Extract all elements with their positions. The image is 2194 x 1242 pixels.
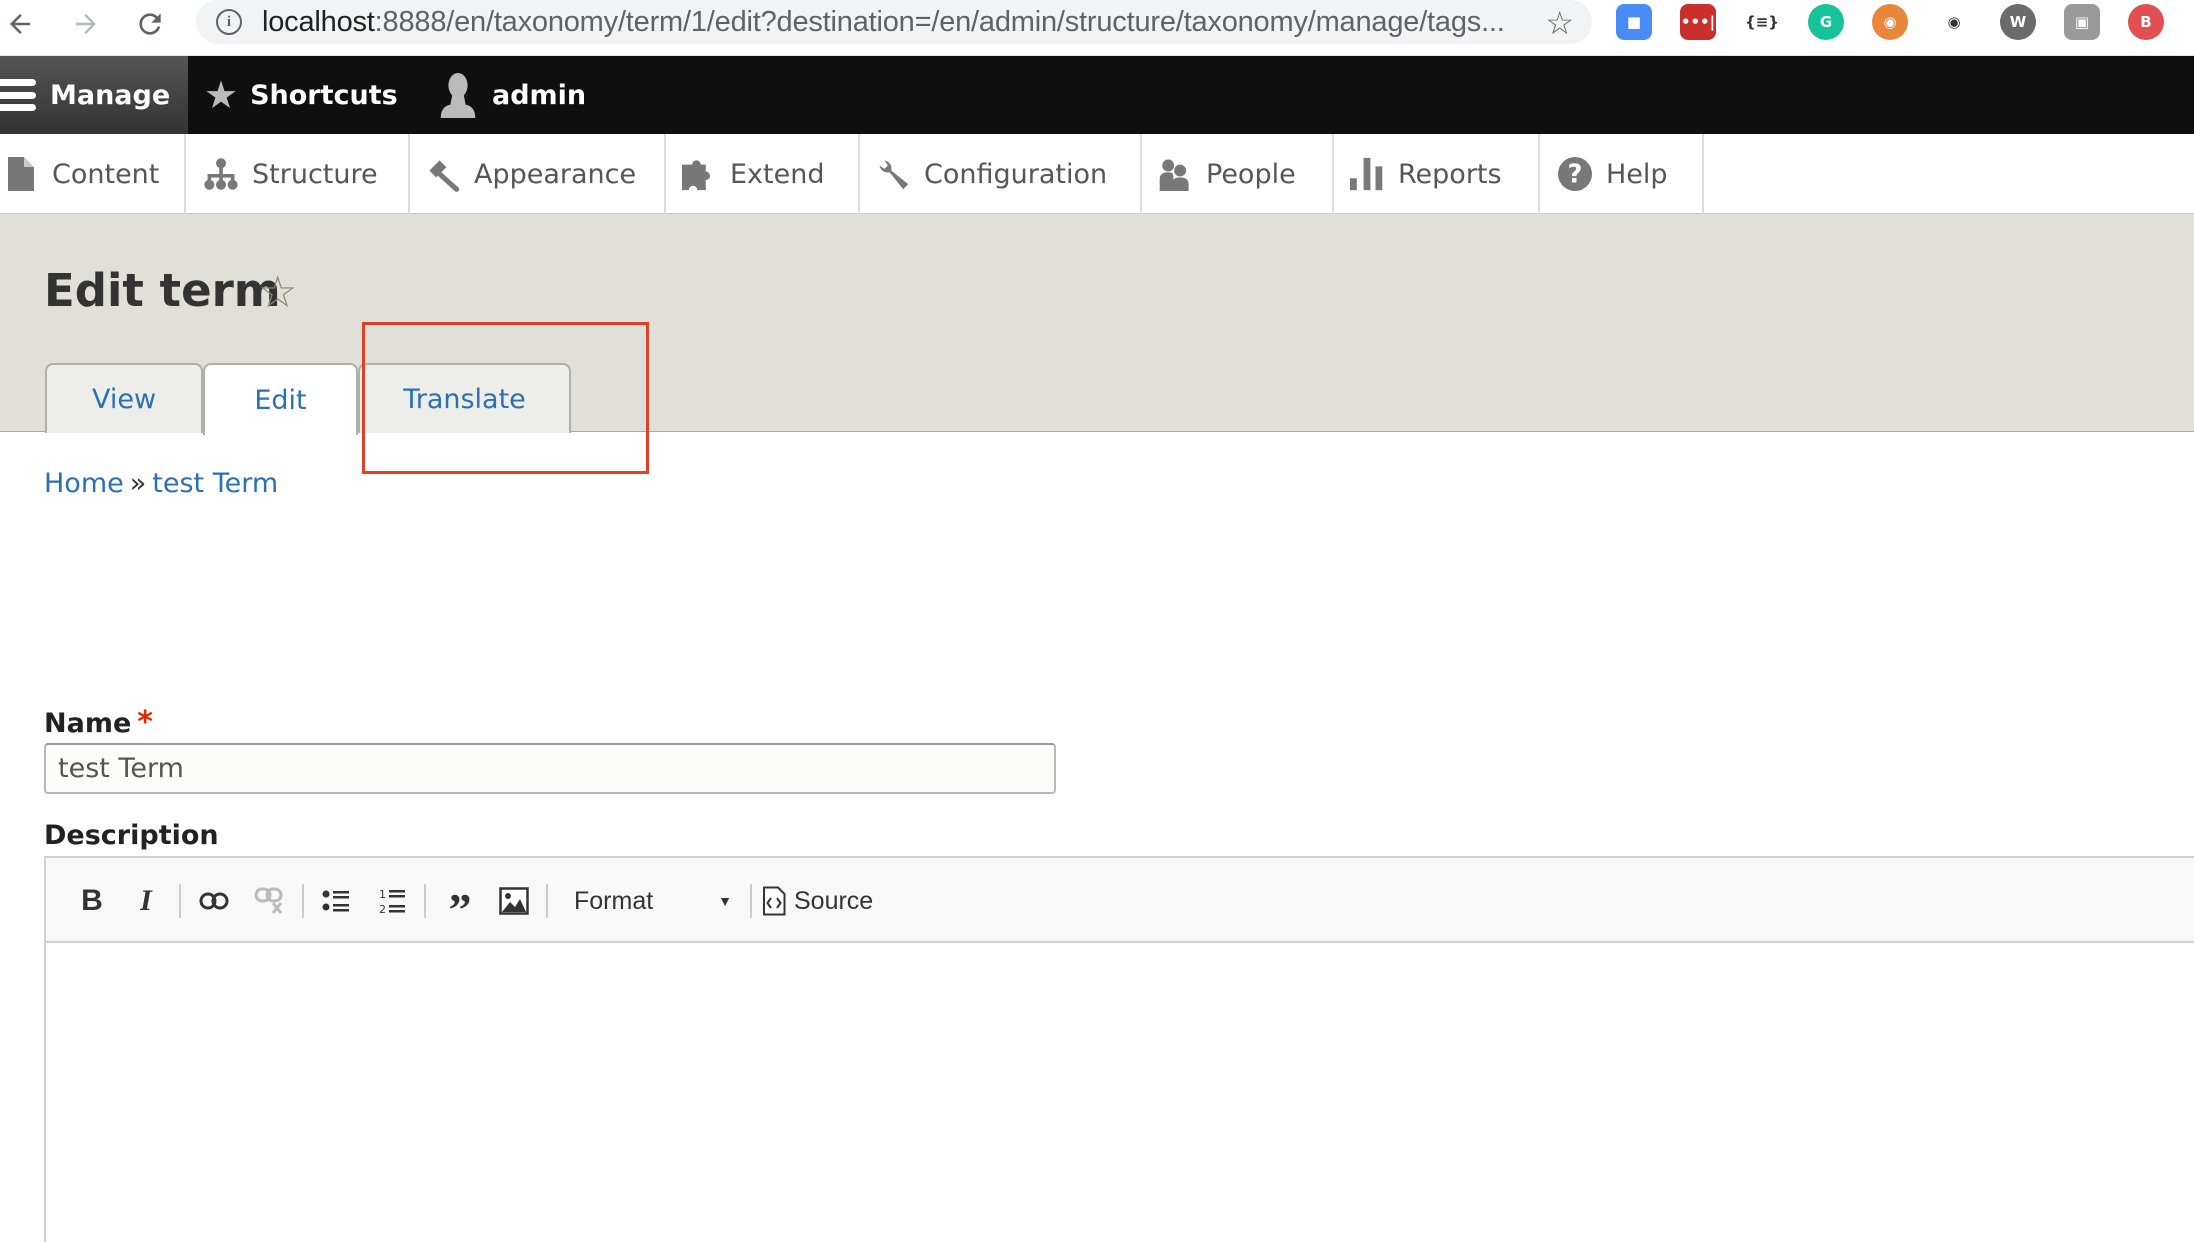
toolbar-separator	[750, 884, 752, 918]
format-dropdown[interactable]: Format ▼	[560, 882, 740, 920]
admin-toolbar: Manage ★ Shortcuts admin	[0, 56, 2194, 134]
help-icon: ?	[1558, 156, 1592, 192]
reload-button[interactable]	[130, 4, 170, 44]
toolbar-separator	[179, 884, 181, 918]
bookmark-star-icon[interactable]: ☆	[1545, 4, 1574, 42]
name-input[interactable]	[44, 743, 1056, 794]
page-header: Edit term ☆ View Edit Translate	[0, 214, 2194, 435]
name-label: Name *	[44, 705, 153, 740]
svg-text:1: 1	[379, 888, 386, 901]
description-editor: B I 12 ” Format ▼ Source	[44, 856, 2194, 1242]
star-icon: ★	[204, 73, 239, 117]
forward-button[interactable]	[66, 4, 106, 44]
toolbar-shortcuts[interactable]: ★ Shortcuts	[204, 56, 398, 134]
site-info-icon[interactable]: i	[216, 9, 242, 35]
bulleted-list-icon	[322, 890, 349, 912]
tray-item-content[interactable]: Content	[0, 134, 186, 214]
bold-icon: B	[81, 884, 103, 917]
browser-toolbar: i localhost:8888/en/taxonomy/term/1/edit…	[0, 0, 2194, 56]
back-button[interactable]	[0, 4, 40, 44]
toolbar-manage[interactable]: Manage	[0, 56, 188, 134]
json-formatter-extension-icon[interactable]: {≡}	[1744, 4, 1780, 40]
source-button[interactable]: Source	[762, 882, 892, 920]
colorzilla-extension-icon[interactable]: ◉	[1872, 4, 1908, 40]
tray-item-appearance[interactable]: Appearance	[410, 134, 666, 214]
numbered-list-icon: 12	[379, 888, 405, 915]
editor-toolbar: B I 12 ” Format ▼ Source	[46, 858, 2194, 943]
url-text[interactable]: localhost:8888/en/taxonomy/term/1/edit?d…	[262, 6, 1505, 39]
unlink-icon	[254, 887, 283, 914]
appearance-icon	[426, 156, 460, 192]
zoom-extension-icon[interactable]: ■	[1616, 4, 1652, 40]
tab-edit[interactable]: Edit	[203, 363, 358, 435]
structure-icon	[204, 156, 238, 192]
tab-translate[interactable]: Translate	[358, 363, 571, 433]
svg-text:2: 2	[379, 903, 386, 915]
screenshot-extension-icon[interactable]: ▣	[2064, 4, 2100, 40]
bulleted-list-button[interactable]	[316, 882, 356, 920]
tray-item-configuration[interactable]: Configuration	[860, 134, 1142, 214]
unlink-button[interactable]	[250, 882, 290, 920]
blockquote-icon: ”	[448, 883, 472, 935]
address-bar[interactable]: i localhost:8888/en/taxonomy/term/1/edit…	[196, 0, 1592, 44]
italic-button[interactable]: I	[128, 882, 164, 920]
tray-item-help[interactable]: ? Help	[1540, 134, 1704, 214]
image-button[interactable]	[494, 882, 534, 920]
reload-icon	[139, 13, 161, 35]
arrow-left-icon	[10, 14, 30, 34]
grammarly-extension-icon[interactable]: G	[1808, 4, 1844, 40]
bold-button[interactable]: B	[74, 882, 110, 920]
page-title: Edit term	[44, 264, 281, 317]
link-button[interactable]	[194, 882, 234, 920]
toolbar-separator	[546, 884, 548, 918]
bitly-extension-icon[interactable]: B	[2128, 4, 2164, 40]
people-icon	[1158, 156, 1192, 192]
configuration-icon	[876, 156, 910, 192]
tray-item-reports[interactable]: Reports	[1334, 134, 1540, 214]
toolbar-user[interactable]: admin	[438, 56, 586, 134]
wappalyzer-extension-icon[interactable]: W	[2000, 4, 2036, 40]
content-icon	[4, 156, 38, 192]
svg-text:?: ?	[1568, 160, 1583, 190]
source-icon	[763, 886, 786, 916]
lastpass-extension-icon[interactable]: •••|	[1680, 4, 1716, 40]
reports-icon	[1350, 156, 1384, 192]
required-marker: *	[137, 705, 153, 740]
extend-icon	[682, 156, 716, 192]
dropdown-arrow-icon: ▼	[718, 893, 732, 909]
arrow-right-icon	[76, 14, 96, 34]
hamburger-icon	[0, 79, 36, 111]
tray-item-extend[interactable]: Extend	[666, 134, 860, 214]
blockquote-button[interactable]: ”	[438, 882, 482, 935]
image-icon	[499, 887, 529, 915]
breadcrumb: Home» test Term	[44, 468, 278, 499]
description-label: Description	[44, 820, 219, 851]
toolbar-separator	[424, 884, 426, 918]
link-icon	[199, 892, 229, 910]
breadcrumb-term[interactable]: test Term	[152, 468, 278, 499]
breadcrumb-separator: »	[129, 468, 147, 499]
breadcrumb-home[interactable]: Home	[44, 468, 124, 499]
italic-icon: I	[140, 884, 152, 917]
tray-item-people[interactable]: People	[1142, 134, 1334, 214]
user-icon	[440, 72, 476, 118]
admin-tray: Content Structure Appearance Extend Conf…	[0, 134, 2194, 214]
toolbar-separator	[302, 884, 304, 918]
tray-item-structure[interactable]: Structure	[186, 134, 410, 214]
tab-view[interactable]: View	[45, 363, 203, 433]
shortcut-star-icon[interactable]: ☆	[258, 267, 297, 318]
numbered-list-button[interactable]: 12	[372, 882, 412, 920]
editor-content-area[interactable]	[46, 943, 2194, 1242]
eye-extension-icon[interactable]: ◉	[1936, 4, 1972, 40]
